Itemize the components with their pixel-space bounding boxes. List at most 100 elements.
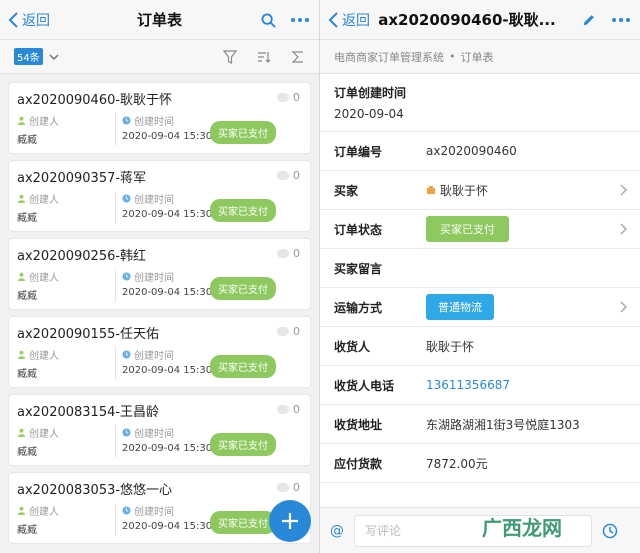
breadcrumb-app[interactable]: 电商商家订单管理系统 bbox=[334, 49, 444, 65]
creator-label: 创建人 bbox=[29, 117, 59, 128]
field-value: 普通物流 bbox=[426, 294, 494, 320]
field-shipping[interactable]: 运输方式 普通物流 bbox=[320, 288, 640, 327]
creator-label: 创建人 bbox=[29, 195, 59, 206]
creator-value: 臧臧 bbox=[17, 213, 37, 224]
field-buyer[interactable]: 买家 耿耿于怀 bbox=[320, 171, 640, 210]
creator-label: 创建人 bbox=[29, 273, 59, 284]
field-label: 收货人 bbox=[334, 339, 371, 354]
field-label: 收货人电话 bbox=[334, 378, 395, 393]
comment-count: 0 bbox=[277, 91, 300, 104]
person-icon bbox=[17, 506, 26, 515]
toolbar-actions bbox=[223, 49, 305, 64]
created-time-value: 2020-09-04 15:30 bbox=[122, 443, 213, 454]
field-order-no: 订单编号 ax2020090460 bbox=[320, 132, 640, 171]
chevron-down-icon[interactable] bbox=[49, 52, 59, 62]
chevron-right-icon bbox=[620, 223, 628, 235]
add-record-button[interactable] bbox=[269, 500, 311, 542]
order-card[interactable]: ax2020090460-耿耿于怀 0 创建人 臧臧 创建时间 2020-09-… bbox=[8, 82, 311, 154]
person-icon bbox=[17, 116, 26, 125]
status-badge: 买家已支付 bbox=[426, 216, 509, 242]
comment-count-value: 0 bbox=[293, 91, 300, 104]
more-icon[interactable] bbox=[612, 11, 630, 29]
clock-icon bbox=[122, 350, 131, 359]
order-card[interactable]: ax2020083053-悠悠一心 0 创建人 臧臧 创建时间 2020-09-… bbox=[8, 472, 311, 544]
phone-link[interactable]: 13611356687 bbox=[426, 378, 510, 392]
order-card[interactable]: ax2020090155-任天佑 0 创建人 臧臧 创建时间 2020-09-0… bbox=[8, 316, 311, 388]
field-value: 2020-09-04 bbox=[334, 107, 404, 121]
field-order-status[interactable]: 订单状态 买家已支付 bbox=[320, 210, 640, 249]
order-card[interactable]: ax2020083154-王昌龄 0 创建人 臧臧 创建时间 2020-09-0… bbox=[8, 394, 311, 466]
field-label: 应付货款 bbox=[334, 456, 383, 471]
comment-count: 0 bbox=[277, 169, 300, 182]
comment-count-value: 0 bbox=[293, 325, 300, 338]
creator-value: 臧臧 bbox=[17, 447, 37, 458]
creator-value: 臧臧 bbox=[17, 525, 37, 536]
comment-icon bbox=[277, 171, 289, 180]
breadcrumb-table[interactable]: 订单表 bbox=[461, 49, 494, 65]
sum-icon[interactable] bbox=[291, 50, 305, 64]
created-time-label: 创建时间 bbox=[134, 195, 174, 206]
history-icon[interactable] bbox=[602, 523, 618, 539]
creator-label: 创建人 bbox=[29, 351, 59, 362]
chevron-right-icon bbox=[620, 301, 628, 313]
order-card[interactable]: ax2020090256-韩红 0 创建人 臧臧 创建时间 2020-09-04… bbox=[8, 238, 311, 310]
breadcrumb-separator: • bbox=[449, 50, 456, 63]
chevron-left-icon bbox=[8, 12, 18, 28]
mention-icon[interactable]: @ bbox=[330, 523, 344, 539]
status-badge: 买家已支付 bbox=[210, 277, 276, 300]
edit-icon[interactable] bbox=[580, 11, 598, 29]
field-value: 耿耿于怀 bbox=[426, 182, 488, 199]
created-time-value: 2020-09-04 15:30 bbox=[122, 209, 213, 220]
nav-actions bbox=[259, 11, 309, 29]
field-label: 买家留言 bbox=[334, 261, 383, 276]
field-label: 订单状态 bbox=[334, 222, 383, 237]
comment-bar: @ 写评论 bbox=[320, 507, 640, 553]
field-receiver: 收货人 耿耿于怀 bbox=[320, 327, 640, 366]
order-card[interactable]: ax2020090357-蒋军 0 创建人 臧臧 创建时间 2020-09-04… bbox=[8, 160, 311, 232]
created-time-label: 创建时间 bbox=[134, 117, 174, 128]
order-list: ax2020090460-耿耿于怀 0 创建人 臧臧 创建时间 2020-09-… bbox=[0, 74, 319, 544]
creator-value: 臧臧 bbox=[17, 291, 37, 302]
clock-icon bbox=[122, 194, 131, 203]
back-button[interactable]: 返回 bbox=[328, 10, 370, 30]
filter-icon[interactable] bbox=[223, 49, 237, 64]
comment-count-value: 0 bbox=[293, 169, 300, 182]
breadcrumb: 电商商家订单管理系统 • 订单表 bbox=[320, 40, 640, 74]
person-icon bbox=[17, 194, 26, 203]
chevron-right-icon bbox=[620, 184, 628, 196]
app-root: 返回 订单表 54条 ax2020090460-耿耿于怀 0 创建人 臧臧 创建… bbox=[0, 0, 640, 553]
sort-icon[interactable] bbox=[257, 50, 271, 64]
order-card-title: ax2020090155-任天佑 bbox=[17, 327, 160, 342]
created-time-label: 创建时间 bbox=[134, 507, 174, 518]
back-button[interactable]: 返回 bbox=[8, 10, 50, 30]
comment-count-value: 0 bbox=[293, 481, 300, 494]
status-badge: 买家已支付 bbox=[210, 511, 276, 534]
field-label: 收货地址 bbox=[334, 417, 383, 432]
comment-count: 0 bbox=[277, 403, 300, 416]
person-icon bbox=[17, 350, 26, 359]
field-created-time: 订单创建时间 2020-09-04 bbox=[320, 74, 640, 132]
order-card-title: ax2020083053-悠悠一心 bbox=[17, 483, 173, 498]
field-label: 订单编号 bbox=[334, 144, 383, 159]
creator-value: 臧臧 bbox=[17, 135, 37, 146]
search-icon[interactable] bbox=[259, 11, 277, 29]
field-value: 买家已支付 bbox=[426, 216, 509, 242]
status-badge: 买家已支付 bbox=[210, 355, 276, 378]
watermark-logo: 广西龙网 bbox=[482, 516, 562, 540]
record-count-badge[interactable]: 54条 bbox=[14, 48, 43, 65]
created-time-label: 创建时间 bbox=[134, 351, 174, 362]
comment-icon bbox=[277, 327, 289, 336]
created-time-label: 创建时间 bbox=[134, 429, 174, 440]
clock-icon bbox=[122, 428, 131, 437]
order-card-title: ax2020090256-韩红 bbox=[17, 249, 147, 264]
chevron-left-icon bbox=[328, 12, 338, 28]
created-time-value: 2020-09-04 15:30 bbox=[122, 287, 213, 298]
order-card-title: ax2020090357-蒋军 bbox=[17, 171, 147, 186]
clock-icon bbox=[122, 116, 131, 125]
field-label: 买家 bbox=[334, 183, 359, 198]
order-list-pane: 返回 订单表 54条 ax2020090460-耿耿于怀 0 创建人 臧臧 创建… bbox=[0, 0, 320, 553]
field-value: 东湖路湖湘1街3号悦庭1303 bbox=[426, 417, 580, 432]
field-receiver-phone: 收货人电话 13611356687 bbox=[320, 366, 640, 405]
more-icon[interactable] bbox=[291, 11, 309, 29]
detail-nav-bar: 返回 ax2020090460-耿耿... bbox=[320, 0, 640, 40]
